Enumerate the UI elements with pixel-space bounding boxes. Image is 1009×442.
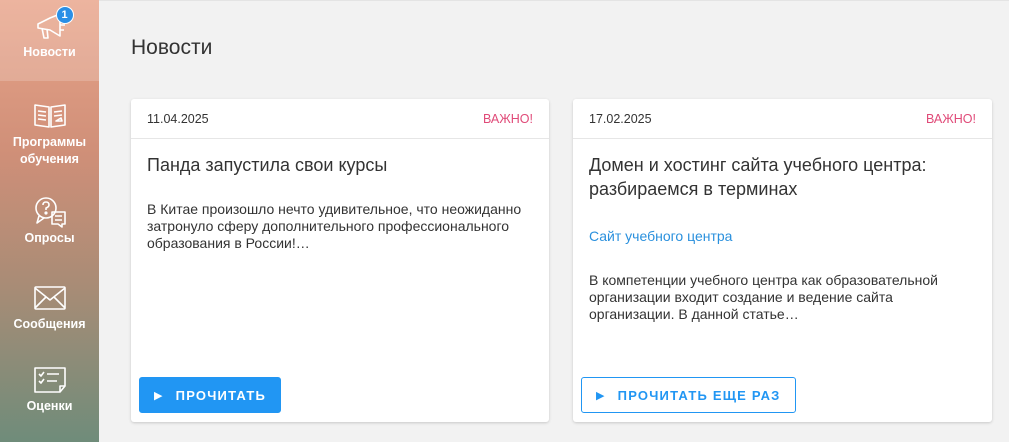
play-icon: ▶ bbox=[596, 389, 606, 402]
news-date: 11.04.2025 bbox=[147, 111, 209, 126]
card-header: 17.02.2025 ВАЖНО! bbox=[573, 99, 992, 139]
sidebar-item-programs[interactable]: Программы обучения bbox=[0, 100, 99, 168]
megaphone-icon: 1 bbox=[32, 6, 74, 42]
news-card: 11.04.2025 ВАЖНО! Панда запустила свои к… bbox=[131, 99, 549, 422]
news-title: Домен и хостинг сайта учебного центра: р… bbox=[589, 155, 927, 199]
notification-badge: 1 bbox=[55, 6, 74, 24]
open-book-icon bbox=[32, 100, 68, 132]
read-again-button[interactable]: ▶ ПРОЧИТАТЬ ЕЩЕ РАЗ bbox=[581, 377, 796, 413]
news-title: Панда запустила свои курсы bbox=[147, 155, 388, 175]
sidebar-item-label: Новости bbox=[23, 45, 76, 59]
sidebar-item-news[interactable]: 1 Новости bbox=[0, 0, 99, 81]
sidebar-item-messages[interactable]: Сообщения bbox=[0, 282, 99, 333]
sidebar-item-grades[interactable]: Оценки bbox=[0, 364, 99, 415]
checklist-icon bbox=[32, 364, 68, 396]
sidebar-item-label: Программы обучения bbox=[12, 135, 87, 166]
sidebar-item-surveys[interactable]: Опросы bbox=[0, 196, 99, 247]
important-flag: ВАЖНО! bbox=[482, 111, 533, 126]
read-button[interactable]: ▶ ПРОЧИТАТЬ bbox=[139, 377, 282, 413]
news-excerpt: В Китае произошло нечто удивительное, чт… bbox=[147, 201, 522, 251]
page-title: Новости bbox=[131, 36, 213, 59]
header-divider bbox=[99, 0, 1009, 1]
news-date: 17.02.2025 bbox=[589, 111, 652, 126]
envelope-icon bbox=[32, 282, 68, 314]
sidebar-item-label: Оценки bbox=[26, 399, 73, 413]
news-excerpt: В компетенции учебного центра как образо… bbox=[589, 272, 938, 322]
news-card: 17.02.2025 ВАЖНО! Домен и хостинг сайта … bbox=[573, 99, 992, 422]
category-link[interactable]: Сайт учебного центра bbox=[589, 228, 732, 244]
play-icon: ▶ bbox=[154, 389, 164, 402]
chat-question-icon bbox=[32, 196, 68, 228]
sidebar: 1 Новости Программы обучения Опросы Сооб… bbox=[0, 0, 99, 442]
important-flag: ВАЖНО! bbox=[925, 111, 976, 126]
card-header: 11.04.2025 ВАЖНО! bbox=[131, 99, 549, 139]
sidebar-item-label: Опросы bbox=[24, 231, 75, 245]
sidebar-item-label: Сообщения bbox=[13, 317, 86, 331]
read-button-label: ПРОЧИТАТЬ bbox=[175, 387, 267, 403]
read-again-button-label: ПРОЧИТАТЬ ЕЩЕ РАЗ bbox=[617, 387, 781, 403]
